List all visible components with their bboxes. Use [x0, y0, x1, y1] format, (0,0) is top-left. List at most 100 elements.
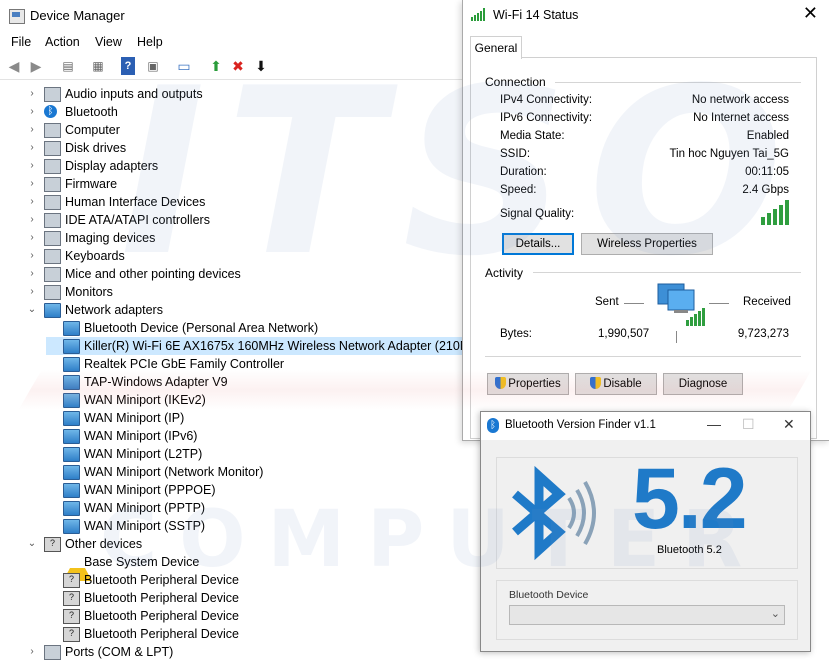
network-icon: [63, 483, 80, 498]
tree-item-label: Network adapters: [65, 303, 163, 317]
update-driver-icon[interactable]: ⬆: [207, 57, 225, 75]
tree-item-label: Mice and other pointing devices: [65, 267, 241, 281]
minimize-icon[interactable]: —: [707, 416, 721, 432]
tree-item-label: Killer(R) Wi-Fi 6E AX1675x 160MHz Wirele…: [84, 339, 495, 353]
chevron-right-icon[interactable]: ›: [27, 643, 37, 661]
list-icon[interactable]: ▦: [89, 57, 107, 75]
chevron-right-icon[interactable]: ›: [27, 265, 37, 283]
tree-item-label: Bluetooth Peripheral Device: [84, 591, 239, 605]
window-title: Device Manager: [30, 8, 125, 23]
network-icon: [63, 375, 80, 390]
bytes-sent-value: 1,990,507: [598, 328, 650, 340]
chevron-down-icon[interactable]: ⌄: [27, 301, 37, 319]
connection-group-label: Connection: [485, 75, 546, 89]
diagnose-button[interactable]: Diagnose: [663, 373, 743, 395]
chevron-right-icon[interactable]: ›: [27, 85, 37, 103]
tree-item-label: Display adapters: [65, 159, 159, 173]
chevron-right-icon[interactable]: ›: [27, 229, 37, 247]
properties-icon[interactable]: ▤: [59, 57, 77, 75]
network-icon: [63, 357, 80, 372]
chevron-right-icon[interactable]: ›: [27, 121, 37, 139]
tree-item-label: WAN Miniport (SSTP): [84, 519, 206, 533]
network-computers-icon: [657, 283, 705, 326]
network-icon: [63, 393, 80, 408]
device-manager-icon: [9, 9, 25, 24]
disk-icon: [44, 141, 61, 156]
bluetooth-device-select[interactable]: ⌄: [509, 605, 785, 625]
tree-device[interactable]: Killer(R) Wi-Fi 6E AX1675x 160MHz Wirele…: [46, 337, 495, 355]
tree-item-label: Imaging devices: [65, 231, 156, 245]
chevron-down-icon: ⌄: [770, 608, 780, 620]
mouse-icon: [44, 267, 61, 282]
forward-arrow-icon[interactable]: ▶: [27, 57, 45, 75]
tree-item-label: TAP-Windows Adapter V9: [84, 375, 228, 389]
divider: [555, 82, 801, 83]
tree-item-label: Bluetooth: [65, 105, 118, 119]
ide-icon: [44, 213, 61, 228]
uninstall-icon[interactable]: ✖: [229, 57, 247, 75]
maximize-icon[interactable]: ☐: [742, 416, 755, 433]
chevron-right-icon[interactable]: ›: [27, 193, 37, 211]
tree-item-label: Bluetooth Peripheral Device: [84, 609, 239, 623]
bluetooth-device-group: Bluetooth Device ⌄: [496, 580, 798, 640]
chevron-right-icon[interactable]: ›: [27, 283, 37, 301]
network-icon: [63, 465, 80, 480]
menu-view[interactable]: View: [95, 35, 122, 49]
tab-general[interactable]: General: [470, 36, 522, 59]
activity-group-label: Activity: [485, 266, 524, 280]
properties-button-label: Properties: [508, 378, 561, 390]
signal-quality-label: Signal Quality:: [500, 208, 575, 220]
chevron-right-icon[interactable]: ›: [27, 211, 37, 229]
tree-item-label: WAN Miniport (Network Monitor): [84, 465, 264, 479]
chevron-right-icon[interactable]: ›: [27, 157, 37, 175]
bytes-label: Bytes:: [500, 328, 532, 340]
network-icon: [44, 303, 61, 318]
network-icon: [63, 447, 80, 462]
tree-item-label: Keyboards: [65, 249, 125, 263]
network-icon: [63, 339, 80, 354]
close-icon[interactable]: ✕: [783, 416, 795, 433]
chevron-right-icon[interactable]: ›: [27, 247, 37, 265]
menu-action[interactable]: Action: [45, 35, 80, 49]
details-button[interactable]: Details...: [502, 233, 574, 255]
tree-item-label: Monitors: [65, 285, 113, 299]
received-label: Received: [743, 296, 791, 308]
tree-item-label: WAN Miniport (IKEv2): [84, 393, 206, 407]
unknown-device-icon: ?: [44, 537, 61, 552]
bluetooth-version-caption: Bluetooth 5.2: [657, 544, 722, 556]
properties-button[interactable]: Properties: [487, 373, 569, 395]
chevron-right-icon[interactable]: ›: [27, 139, 37, 157]
computer-icon: [44, 123, 61, 138]
bluetooth-version-finder-window: ᛒ Bluetooth Version Finder v1.1 — ☐ ✕ 5.…: [480, 411, 811, 652]
tree-item-label: Bluetooth Device (Personal Area Network): [84, 321, 319, 335]
dialog-title: Wi-Fi 14 Status: [493, 8, 579, 22]
ssid-value: Tin hoc Nguyen Tai_5G: [669, 148, 789, 160]
tree-item-label: WAN Miniport (L2TP): [84, 447, 203, 461]
speed-value: 2.4 Gbps: [742, 184, 789, 196]
tree-item-label: WAN Miniport (IP): [84, 411, 185, 425]
window-title: Bluetooth Version Finder v1.1: [505, 419, 656, 431]
close-icon[interactable]: ✕: [803, 3, 818, 24]
tree-item-label: Bluetooth Peripheral Device: [84, 627, 239, 641]
chevron-right-icon[interactable]: ›: [27, 175, 37, 193]
back-arrow-icon[interactable]: ◀: [5, 57, 23, 75]
tree-item-label: Human Interface Devices: [65, 195, 206, 209]
sent-line: [624, 303, 644, 304]
wireless-properties-button[interactable]: Wireless Properties: [581, 233, 713, 255]
download-icon[interactable]: ⬇: [252, 57, 270, 75]
display-icon: [44, 159, 61, 174]
monitor-icon: [44, 285, 61, 300]
chevron-down-icon[interactable]: ⌄: [27, 535, 37, 553]
view-icon[interactable]: ▣: [144, 57, 162, 75]
bytes-separator: [676, 331, 677, 343]
menu-help[interactable]: Help: [137, 35, 163, 49]
disable-button-label: Disable: [603, 378, 642, 390]
chevron-right-icon[interactable]: ›: [27, 103, 37, 121]
menu-file[interactable]: File: [11, 35, 31, 49]
bytes-received-value: 9,723,273: [737, 328, 789, 340]
disable-button[interactable]: Disable: [575, 373, 657, 395]
firmware-icon: [44, 177, 61, 192]
monitor-icon[interactable]: ▭: [175, 57, 193, 75]
help-icon[interactable]: ?: [121, 57, 135, 75]
network-icon: [63, 411, 80, 426]
